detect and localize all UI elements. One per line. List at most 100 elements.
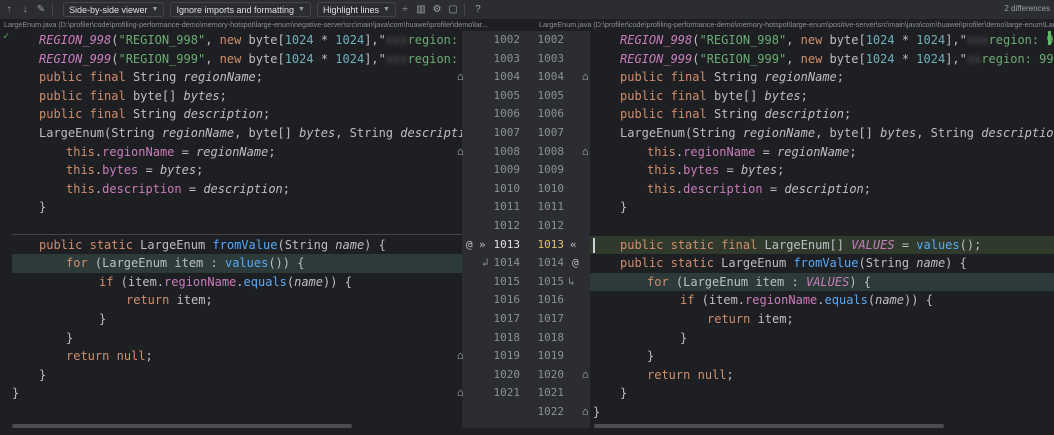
code-line: this.regionName = regionName; xyxy=(647,144,857,159)
code-line: public final String regionName; xyxy=(39,70,263,85)
code-line: this.bytes = bytes; xyxy=(66,163,204,178)
override-icon[interactable]: @ xyxy=(466,236,473,255)
toolbar-divider xyxy=(52,3,53,16)
edit-icon[interactable]: ✎ xyxy=(34,3,48,17)
code-line: } xyxy=(99,312,107,326)
revert-change-icon[interactable]: « xyxy=(570,236,577,255)
left-line-number: 1009 xyxy=(493,163,521,177)
code-line: for (LargeEnum item : values()) { xyxy=(66,256,305,271)
right-line-number: 1003 xyxy=(537,51,565,65)
left-line-number: 1008 xyxy=(493,144,521,158)
code-line: public final String description; xyxy=(620,107,852,122)
highlight-label: Highlight lines xyxy=(322,4,379,15)
right-line-number: 1020 xyxy=(537,367,565,381)
fold-icon[interactable]: ⌂ xyxy=(457,384,464,403)
right-line-number: 1006 xyxy=(537,107,565,121)
code-line: return item; xyxy=(126,293,213,308)
code-line: } xyxy=(39,200,47,215)
left-line-number: 1006 xyxy=(493,107,521,121)
right-line-number: 1017 xyxy=(537,312,565,325)
right-line-number: 1022 xyxy=(537,405,565,418)
highlight-dropdown[interactable]: Highlight lines ▼ xyxy=(316,2,396,17)
diff-gutter: 1002 1003 1004 1005 1006 1007 1008 1009 1010 1011… xyxy=(457,31,590,428)
chevron-down-icon: ▼ xyxy=(298,6,305,13)
right-line-number: 1021 xyxy=(537,386,565,400)
code-line: return null; xyxy=(647,367,734,382)
vertical-scrollbar[interactable] xyxy=(1048,31,1051,45)
right-line-number: 1009 xyxy=(537,163,565,177)
left-line-number: 1015 xyxy=(493,274,521,288)
code-line: public final String description; xyxy=(39,107,271,122)
code-line: this.bytes = bytes; xyxy=(647,163,785,178)
code-line: return item; xyxy=(707,312,794,326)
right-line-number: 1008 xyxy=(537,144,565,158)
ignore-dropdown[interactable]: Ignore imports and formatting ▼ xyxy=(170,2,311,17)
code-line: REGION_999("REGION_999", new byte[1024 *… xyxy=(620,51,1054,66)
change-marker-icon: ↳ xyxy=(568,274,575,288)
left-line-number: 1007 xyxy=(493,126,521,139)
code-line: } xyxy=(620,200,628,215)
right-line-number: 1010 xyxy=(537,181,565,195)
code-line: } xyxy=(593,405,601,419)
override-icon[interactable]: @ xyxy=(572,254,579,273)
horizontal-scrollbar[interactable] xyxy=(12,424,352,428)
code-line: for (LargeEnum item : VALUES) { xyxy=(647,274,872,289)
help-icon[interactable]: ? xyxy=(471,3,485,17)
chevron-down-icon: ▼ xyxy=(383,6,390,13)
viewer-mode-dropdown[interactable]: Side-by-side viewer ▼ xyxy=(63,2,165,17)
gear-icon[interactable]: ⚙ xyxy=(430,3,444,17)
arrow-up-icon[interactable]: ↑ xyxy=(2,3,16,17)
collapse-icon[interactable]: ÷ xyxy=(398,3,412,17)
fold-icon[interactable]: ⌂ xyxy=(457,68,464,87)
fold-icon[interactable]: ⌂ xyxy=(582,143,589,162)
fold-icon[interactable]: ⌂ xyxy=(457,347,464,366)
code-line: public static final LargeEnum[] VALUES =… xyxy=(620,237,982,252)
chevron-down-icon: ▼ xyxy=(151,6,159,13)
horizontal-scrollbar[interactable] xyxy=(594,424,944,428)
right-line-number: 1015 xyxy=(537,274,565,288)
right-line-number: 1013 xyxy=(537,237,565,251)
columns-icon[interactable]: ▥ xyxy=(414,3,428,17)
code-line: } xyxy=(66,330,74,345)
fold-icon[interactable]: ⌂ xyxy=(457,143,464,162)
right-line-number: 1012 xyxy=(537,219,565,232)
left-line-number: 1014 xyxy=(493,256,521,270)
code-line: public final byte[] bytes; xyxy=(39,88,227,103)
code-line: } xyxy=(620,386,628,401)
left-editor[interactable]: ✓ REGION_998("REGION_998", new byte[1024… xyxy=(0,31,462,428)
left-line-number: 1005 xyxy=(493,88,521,102)
code-line: } xyxy=(12,386,20,401)
left-file-path: LargeEnum.java (D:\profiler\code\profili… xyxy=(4,20,488,29)
right-editor[interactable]: REGION_998("REGION_998", new byte[1024 *… xyxy=(590,31,1054,428)
lock-icon[interactable]: ▢ xyxy=(446,3,460,17)
code-line: LargeEnum(String regionName, byte[] byte… xyxy=(620,126,1054,140)
right-line-number: 1011 xyxy=(537,200,565,214)
code-line: public final String regionName; xyxy=(620,70,844,85)
code-line: REGION_999("REGION_999", new byte[1024 *… xyxy=(39,51,459,66)
left-line-number: 1012 xyxy=(493,219,521,232)
code-line: } xyxy=(680,330,688,345)
left-line-number: 1019 xyxy=(493,349,521,363)
ignore-label: Ignore imports and formatting xyxy=(176,4,295,15)
fold-icon[interactable]: ⌂ xyxy=(582,403,589,422)
code-line: public static LargeEnum fromValue(String… xyxy=(620,256,967,271)
code-line: if (item.regionName.equals(name)) { xyxy=(680,293,933,308)
code-line: REGION_998("REGION_998", new byte[1024 *… xyxy=(620,33,1054,47)
left-line-number: 1010 xyxy=(493,181,521,195)
left-line-number: 1002 xyxy=(493,33,521,46)
left-line-number: 1020 xyxy=(493,367,521,381)
right-file-path: LargeEnum.java (D:\profiler\code\profili… xyxy=(539,20,1054,29)
code-line: REGION_998("REGION_998", new byte[1024 *… xyxy=(39,33,459,47)
right-line-number: 1016 xyxy=(537,293,565,307)
left-line-number: 1004 xyxy=(493,70,521,84)
apply-change-icon[interactable]: » xyxy=(479,236,486,255)
code-line: return null; xyxy=(66,349,153,364)
differences-count: 2 differences xyxy=(1004,4,1050,13)
fold-icon[interactable]: ⌂ xyxy=(582,68,589,87)
code-line: public final byte[] bytes; xyxy=(620,88,808,103)
code-line: } xyxy=(39,367,47,382)
arrow-down-icon[interactable]: ↓ xyxy=(18,3,32,17)
fold-icon[interactable]: ⌂ xyxy=(582,366,589,385)
right-line-number: 1004 xyxy=(537,70,565,84)
code-line: if (item.regionName.equals(name)) { xyxy=(99,274,352,289)
